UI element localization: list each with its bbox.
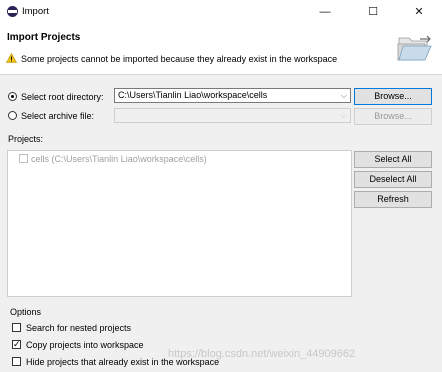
refresh-button[interactable]: Refresh <box>354 191 432 208</box>
chevron-down-icon: ⌵ <box>340 91 347 100</box>
minimize-button[interactable]: — <box>302 0 348 24</box>
copy-projects-label: Copy projects into workspace <box>26 340 144 350</box>
root-directory-value: C:\Users\Tianlin Liao\workspace\cells <box>118 90 268 100</box>
root-directory-combo[interactable]: C:\Users\Tianlin Liao\workspace\cells ⌵ <box>114 88 351 103</box>
warning-icon <box>6 53 17 63</box>
select-all-button[interactable]: Select All <box>354 151 432 168</box>
close-button[interactable]: ✕ <box>396 0 442 24</box>
browse-directory-button[interactable]: Browse... <box>354 88 432 105</box>
projects-list[interactable] <box>7 150 352 297</box>
chevron-down-icon: ⌵ <box>340 111 347 120</box>
window-title: Import <box>22 6 49 17</box>
nested-projects-checkbox[interactable] <box>12 323 21 332</box>
archive-file-radio[interactable] <box>8 111 17 120</box>
warning-message: Some projects cannot be imported because… <box>21 54 338 64</box>
watermark: https://blog.csdn.net/weixin_44909662 <box>168 348 356 360</box>
browse-archive-button[interactable]: Browse... <box>354 108 432 125</box>
folder-icon <box>397 35 432 61</box>
page-title: Import Projects <box>7 32 81 43</box>
project-checkbox[interactable] <box>19 154 28 163</box>
nested-projects-label: Search for nested projects <box>26 323 132 333</box>
projects-label: Projects: <box>8 134 44 144</box>
deselect-all-button[interactable]: Deselect All <box>354 171 432 188</box>
eclipse-icon <box>7 6 18 17</box>
check-icon: ✓ <box>13 339 21 349</box>
archive-file-label: Select archive file: <box>21 111 95 121</box>
root-directory-label: Select root directory: <box>21 92 104 102</box>
options-label: Options <box>10 307 42 317</box>
hide-projects-checkbox[interactable] <box>12 357 21 366</box>
archive-file-combo[interactable]: ⌵ <box>114 108 351 123</box>
maximize-button[interactable]: ☐ <box>350 0 396 24</box>
project-item-cells[interactable]: cells (C:\Users\Tianlin Liao\workspace\c… <box>31 154 207 164</box>
root-directory-radio[interactable] <box>8 92 17 101</box>
copy-projects-checkbox[interactable]: ✓ <box>12 339 21 349</box>
